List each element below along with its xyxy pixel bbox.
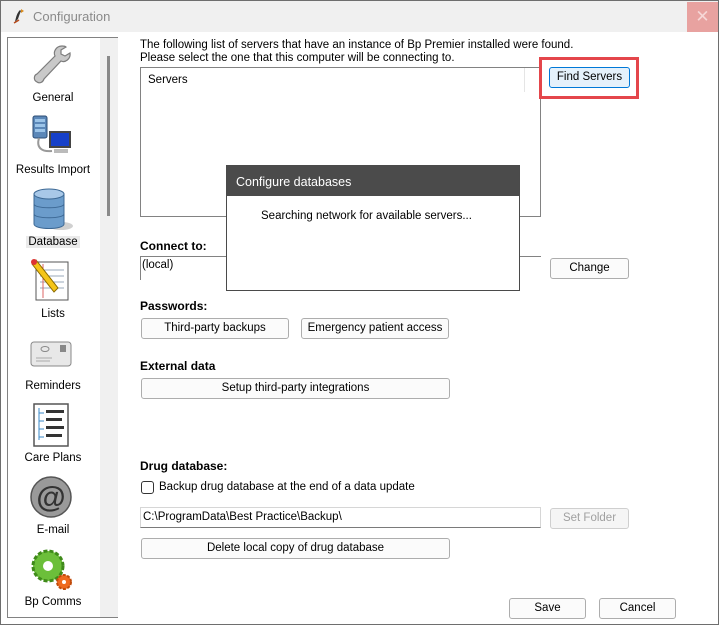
sidebar: General Results Import Database Lists Re… [7, 37, 118, 618]
external-data-label: External data [140, 359, 216, 373]
sidebar-scrollbar[interactable] [100, 38, 118, 617]
intro-text-line2: Please select the one that this computer… [140, 52, 455, 64]
sidebar-item-label: Results Import [15, 164, 91, 176]
at-sign-icon: @ [30, 476, 72, 518]
window-title: Configuration [33, 9, 111, 24]
sidebar-item-reminders[interactable]: Reminders [8, 328, 98, 400]
sidebar-item-results-import[interactable]: Results Import [8, 112, 98, 184]
intro-text-line1: The following list of servers that have … [140, 39, 574, 51]
notepad-pencil-icon [31, 259, 69, 301]
dialog-message: Searching network for available servers.… [261, 210, 472, 222]
sidebar-item-care-plans[interactable]: Care Plans [8, 400, 98, 472]
configuration-window: Configuration ✕ General Results Import D… [0, 0, 719, 625]
sidebar-item-database[interactable]: Database [8, 184, 98, 256]
svg-text:@: @ [36, 481, 65, 514]
set-folder-button[interactable]: Set Folder [550, 508, 629, 529]
connect-to-label: Connect to: [140, 239, 207, 253]
passwords-label: Passwords: [140, 299, 208, 313]
sidebar-item-general[interactable]: General [8, 40, 98, 112]
server-computer-icon [32, 115, 71, 153]
sidebar-item-label: Lists [41, 308, 65, 320]
tree-document-icon [33, 403, 69, 447]
bird-app-icon [13, 9, 24, 24]
dialog-title: Configure databases [227, 166, 519, 196]
sidebar-item-lists[interactable]: Lists [8, 256, 98, 328]
title-bar: Configuration ✕ [1, 1, 718, 32]
third-party-backups-button[interactable]: Third-party backups [141, 318, 289, 339]
sidebar-item-label: Care Plans [24, 452, 82, 464]
servers-column-header[interactable]: Servers [141, 68, 525, 92]
close-icon: ✕ [695, 7, 710, 26]
backup-folder-field[interactable]: C:\ProgramData\Best Practice\Backup\ [140, 507, 541, 528]
close-button[interactable]: ✕ [687, 2, 718, 32]
change-button[interactable]: Change [550, 258, 629, 279]
delete-local-drug-db-button[interactable]: Delete local copy of drug database [141, 538, 450, 559]
sidebar-item-label: Database [26, 236, 80, 248]
sidebar-item-email[interactable]: @ E-mail [8, 472, 98, 544]
configure-databases-dialog: Configure databases Searching network fo… [226, 165, 520, 291]
backup-checkbox-label[interactable]: Backup drug database at the end of a dat… [159, 481, 415, 493]
sidebar-item-label: Reminders [25, 380, 81, 392]
database-icon [33, 188, 73, 230]
drug-database-label: Drug database: [140, 459, 228, 473]
sidebar-item-label: Bp Comms [24, 596, 82, 608]
sidebar-item-label: E-mail [36, 524, 70, 536]
gears-icon [31, 549, 72, 590]
emergency-patient-access-button[interactable]: Emergency patient access [301, 318, 449, 339]
cancel-button[interactable]: Cancel [599, 598, 676, 619]
scrollbar-thumb[interactable] [107, 56, 110, 216]
backup-drug-db-checkbox[interactable] [141, 481, 154, 494]
sidebar-item-bp-comms[interactable]: Bp Comms [8, 544, 98, 616]
sidebar-item-label: General [32, 92, 74, 104]
envelope-icon [30, 341, 72, 367]
setup-integrations-button[interactable]: Setup third-party integrations [141, 378, 450, 399]
wrench-icon [33, 45, 71, 84]
save-button[interactable]: Save [509, 598, 586, 619]
find-servers-button[interactable]: Find Servers [549, 67, 630, 88]
